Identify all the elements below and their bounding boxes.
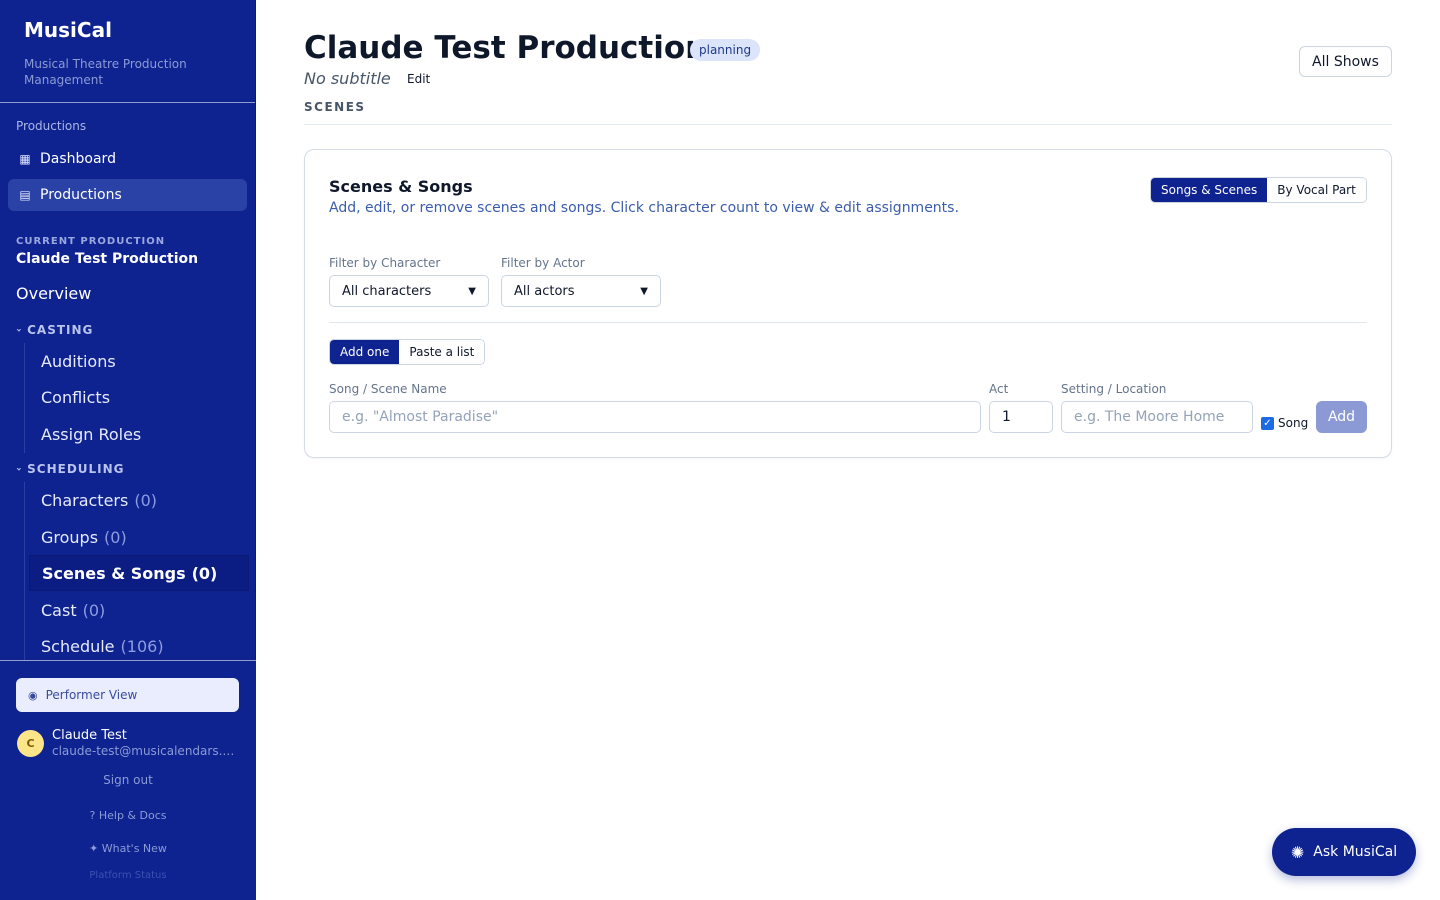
song-checkbox[interactable]: ✓ Song bbox=[1261, 416, 1308, 430]
performer-view-label: Performer View bbox=[45, 688, 138, 702]
current-production-name: Claude Test Production bbox=[16, 251, 199, 267]
sidebar-item-label: Scenes & Songs bbox=[42, 563, 186, 583]
help-docs-label: Help & Docs bbox=[98, 809, 167, 822]
tab-scenes[interactable]: SCENES bbox=[304, 100, 366, 114]
act-input[interactable]: 1 bbox=[989, 401, 1053, 433]
brand: MusiCal Musical Theatre Production Manag… bbox=[0, 0, 255, 103]
chevron-down-icon: › bbox=[13, 327, 25, 333]
sidebar-item-label: Characters bbox=[41, 490, 129, 510]
section-divider bbox=[304, 124, 1392, 125]
casting-group-toggle[interactable]: › CASTING bbox=[13, 323, 94, 337]
act-label: Act bbox=[989, 382, 1009, 396]
sidebar-item-count: (0) bbox=[191, 563, 218, 583]
nav-item-label: Dashboard bbox=[40, 151, 116, 167]
view-songs-scenes-button[interactable]: Songs & Scenes bbox=[1151, 178, 1268, 202]
view-toggle: Songs & Scenes By Vocal Part bbox=[1150, 177, 1367, 203]
card-title: Scenes & Songs bbox=[329, 177, 473, 196]
whats-new-label: What's New bbox=[101, 842, 167, 855]
setting-label: Setting / Location bbox=[1061, 382, 1167, 396]
checkmark-icon: ✓ bbox=[1261, 416, 1274, 430]
casting-group-line bbox=[24, 343, 25, 453]
sidebar-item-characters[interactable]: Characters (0) bbox=[29, 482, 249, 518]
performer-icon: ◉ bbox=[28, 688, 38, 702]
sparkle-icon: ✺ bbox=[1290, 842, 1305, 862]
card-divider bbox=[329, 322, 1367, 323]
edit-subtitle-button[interactable]: Edit bbox=[407, 72, 430, 86]
sidebar-item-auditions[interactable]: Auditions bbox=[29, 343, 249, 379]
brand-title[interactable]: MusiCal bbox=[24, 18, 231, 42]
nav-item-dashboard[interactable]: ▦ Dashboard bbox=[8, 143, 247, 175]
song-name-label: Song / Scene Name bbox=[329, 382, 447, 396]
sidebar-item-count: (0) bbox=[104, 527, 127, 547]
sidebar-item-label: Schedule bbox=[41, 636, 115, 656]
help-icon: ? bbox=[89, 809, 99, 822]
filter-character-value: All characters bbox=[342, 283, 432, 299]
ask-musical-label: Ask MusiCal bbox=[1313, 844, 1398, 860]
platform-status-link[interactable]: Platform Status bbox=[0, 870, 256, 881]
page-subtitle: No subtitle bbox=[304, 69, 391, 88]
sidebar-item-label: Cast bbox=[41, 600, 77, 620]
chevron-down-icon: › bbox=[13, 466, 25, 472]
chevron-down-icon: ▼ bbox=[468, 285, 476, 297]
filter-character-select[interactable]: All characters ▼ bbox=[329, 275, 489, 307]
all-shows-button[interactable]: All Shows bbox=[1299, 46, 1392, 77]
sidebar-footer: ◉ Performer View C Claude Test claude-te… bbox=[0, 660, 256, 900]
song-name-input[interactable]: e.g. "Almost Paradise" bbox=[329, 401, 981, 433]
sidebar-item-label: Assign Roles bbox=[41, 424, 142, 444]
song-checkbox-label: Song bbox=[1278, 416, 1309, 430]
sidebar-item-schedule[interactable]: Schedule (106) bbox=[29, 628, 249, 664]
sidebar-item-label: Groups bbox=[41, 527, 99, 547]
chevron-down-icon: ▼ bbox=[640, 285, 648, 297]
scenes-songs-card: Scenes & Songs Add, edit, or remove scen… bbox=[304, 149, 1392, 458]
ask-musical-button[interactable]: ✺ Ask MusiCal bbox=[1272, 828, 1416, 876]
sidebar-item-count: (0) bbox=[82, 600, 106, 620]
filter-character-label: Filter by Character bbox=[329, 256, 441, 270]
current-production-label: CURRENT PRODUCTION bbox=[16, 236, 166, 247]
status-badge: planning bbox=[690, 39, 761, 61]
view-by-vocal-part-button[interactable]: By Vocal Part bbox=[1267, 178, 1366, 202]
whats-new-link[interactable]: ✦ What's New bbox=[0, 842, 256, 855]
nav-item-overview[interactable]: Overview bbox=[16, 284, 91, 303]
help-docs-link[interactable]: ? Help & Docs bbox=[0, 809, 256, 822]
add-mode-toggle: Add one Paste a list bbox=[329, 339, 486, 365]
sidebar-item-conflicts[interactable]: Conflicts bbox=[29, 379, 249, 415]
filter-actor-select[interactable]: All actors ▼ bbox=[501, 275, 661, 307]
sidebar-item-scenes-songs[interactable]: Scenes & Songs (0) bbox=[29, 555, 249, 591]
user-email: claude-test@musicalendars.com bbox=[52, 744, 238, 758]
sign-out-link[interactable]: Sign out bbox=[0, 773, 256, 787]
add-button[interactable]: Add bbox=[1316, 401, 1367, 433]
add-one-button[interactable]: Add one bbox=[330, 340, 400, 364]
sidebar-item-assign-roles[interactable]: Assign Roles bbox=[29, 416, 249, 452]
filter-actor-value: All actors bbox=[514, 283, 575, 299]
setting-input[interactable]: e.g. The Moore Home bbox=[1061, 401, 1253, 433]
nav-item-productions[interactable]: ▤ Productions bbox=[8, 179, 247, 211]
user-name: Claude Test bbox=[52, 728, 127, 743]
sidebar-item-count: (0) bbox=[134, 490, 157, 510]
brand-subtitle: Musical Theatre Production Management bbox=[24, 57, 187, 87]
productions-icon: ▤ bbox=[19, 188, 31, 202]
casting-group-label: CASTING bbox=[27, 323, 94, 337]
sidebar: MusiCal Musical Theatre Production Manag… bbox=[0, 0, 256, 900]
sidebar-item-cast[interactable]: Cast (0) bbox=[29, 592, 249, 628]
nav-item-label: Productions bbox=[40, 187, 122, 203]
sparkle-icon: ✦ bbox=[89, 842, 102, 855]
sidebar-item-count: (106) bbox=[120, 636, 164, 656]
nav-section-label: Productions bbox=[16, 119, 87, 133]
card-description: Add, edit, or remove scenes and songs. C… bbox=[329, 200, 959, 216]
sidebar-item-label: Auditions bbox=[41, 351, 116, 371]
dashboard-icon: ▦ bbox=[19, 152, 31, 166]
scheduling-group-label: SCHEDULING bbox=[27, 462, 125, 476]
avatar[interactable]: C bbox=[17, 730, 44, 757]
page-title: Claude Test Production bbox=[304, 30, 708, 66]
scheduling-group-line bbox=[24, 482, 25, 660]
sidebar-item-groups[interactable]: Groups (0) bbox=[29, 519, 249, 555]
scheduling-group-toggle[interactable]: › SCHEDULING bbox=[13, 462, 125, 476]
filter-actor-label: Filter by Actor bbox=[501, 256, 585, 270]
performer-view-button[interactable]: ◉ Performer View bbox=[16, 678, 239, 712]
sidebar-item-label: Conflicts bbox=[41, 387, 111, 407]
paste-list-button[interactable]: Paste a list bbox=[399, 340, 485, 364]
